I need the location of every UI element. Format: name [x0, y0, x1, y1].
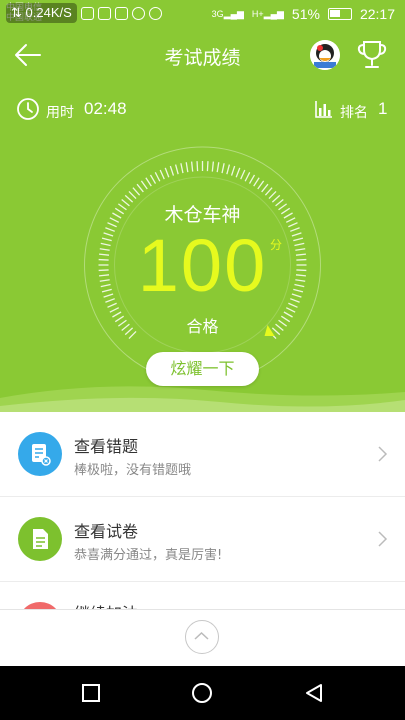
trophy-icon	[357, 41, 387, 68]
time-used-label: 用时	[46, 105, 74, 121]
signal-3g-icon: 3G▂▄▆	[211, 8, 244, 19]
gauge-tick	[257, 180, 265, 190]
back-nav-button[interactable]	[303, 682, 325, 704]
avatar-penguin-icon	[310, 40, 340, 70]
paper-icon	[18, 517, 62, 561]
power-notification-icon	[148, 6, 162, 20]
notification-app-icon	[80, 6, 94, 20]
app-bar: 考试成绩	[0, 30, 405, 80]
page-title: 考试成绩	[164, 47, 241, 69]
chevron-up-icon	[194, 631, 209, 640]
home-button[interactable]	[191, 682, 213, 704]
chevron-right-icon	[378, 446, 388, 462]
gauge-tick	[261, 183, 269, 193]
rank-chart-icon	[315, 101, 332, 118]
list-item-title: 查看错题	[74, 437, 139, 456]
battery-percent: 51%	[291, 6, 320, 22]
gauge-tick	[190, 161, 194, 172]
signal-hplus-icon: H+▂▄▆	[251, 8, 284, 19]
sync-notification-icon	[131, 6, 145, 20]
scroll-up-button[interactable]	[185, 620, 219, 654]
data-transfer-icon: ⇅	[11, 5, 22, 20]
bottom-toolbar	[0, 609, 405, 667]
gauge-tick	[154, 172, 161, 182]
circle-icon	[192, 683, 212, 703]
battery-icon	[327, 8, 352, 20]
gauge-tick	[145, 177, 152, 187]
gauge-tick	[244, 172, 251, 182]
gauge-tick	[248, 174, 256, 184]
clock-icon	[17, 98, 39, 120]
chevron-right-icon	[378, 531, 388, 547]
status-bar: 中国电信 中国联通 ⇅ 0.24K/S 3G▂▄▆ H+▂▄▆ 51% 22:1…	[0, 0, 405, 30]
gauge-tick	[109, 307, 120, 313]
score-value: 100	[137, 224, 268, 307]
list-item-subtitle: 棒极啦，没有错题哦	[74, 463, 192, 478]
triangle-back-icon	[306, 684, 322, 702]
score-unit: 分	[270, 238, 283, 252]
cleaner-notification-icon	[114, 6, 128, 20]
gauge-tick	[285, 307, 296, 313]
continue-icon	[18, 602, 62, 609]
trophy-button[interactable]	[356, 38, 388, 72]
pass-status: 合格	[186, 317, 219, 336]
gauge-tick	[180, 163, 184, 174]
gauge-tick	[196, 161, 199, 172]
gauge-tick	[268, 191, 277, 199]
gauge-tick	[185, 162, 189, 173]
gauge-tick	[206, 161, 209, 172]
gauge-tick	[230, 165, 236, 176]
list-item-subtitle: 恭喜满分通过，真是厉害!	[74, 548, 223, 563]
achievement-title: 木仓车神	[164, 204, 241, 226]
options-list: 查看错题 棒极啦，没有错题哦 查看试卷 恭喜满分通过，真是厉害! 继续加油	[0, 412, 405, 609]
wrong-questions-icon	[18, 432, 62, 476]
list-item-view-paper[interactable]: 查看试卷 恭喜满分通过，真是厉害!	[0, 497, 405, 582]
time-used-value: 02:48	[84, 99, 127, 118]
square-icon	[82, 684, 100, 702]
rank-value: 1	[378, 99, 388, 118]
list-item-wrong-questions[interactable]: 查看错题 棒极啦，没有错题哦	[0, 412, 405, 497]
gauge-tick	[221, 163, 225, 174]
net-speed: ⇅ 0.24K/S	[6, 3, 77, 23]
gauge-tick	[128, 191, 137, 199]
gauge-tick	[216, 162, 220, 173]
gauge-tick	[140, 180, 148, 190]
share-button[interactable]: 炫耀一下	[146, 352, 259, 386]
gauge-tick	[136, 183, 144, 193]
gauge-tick	[235, 167, 241, 178]
image-notification-icon	[97, 6, 111, 20]
gauge-tick	[159, 169, 165, 180]
gauge-tick	[264, 187, 273, 196]
gauge-tick	[240, 169, 246, 180]
system-nav-bar	[0, 666, 405, 720]
gauge-tick	[253, 177, 260, 187]
rank-label: 排名	[340, 105, 368, 121]
list-item-title: 查看试卷	[74, 522, 139, 541]
avatar[interactable]	[310, 40, 340, 70]
gauge-tick	[132, 187, 141, 196]
gauge-tick	[211, 161, 215, 172]
result-header-area: 中国电信 中国联通 ⇅ 0.24K/S 3G▂▄▆ H+▂▄▆ 51% 22:1…	[0, 0, 405, 412]
gauge-tick	[174, 164, 179, 175]
gauge-tick	[169, 165, 175, 176]
list-item-title: 继续加油	[74, 600, 138, 609]
gauge-tick	[226, 164, 231, 175]
recent-apps-button[interactable]	[80, 682, 102, 704]
clock-time: 22:17	[359, 6, 395, 22]
gauge-tick	[149, 174, 157, 184]
gauge-tick	[164, 167, 170, 178]
list-item-continue[interactable]: 继续加油	[0, 582, 405, 609]
